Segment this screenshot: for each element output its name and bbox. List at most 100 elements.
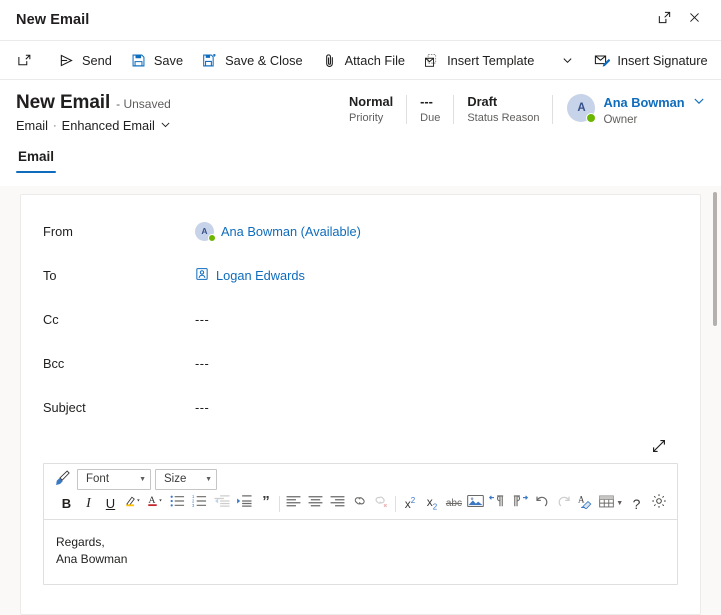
save-icon [130, 52, 147, 69]
save-and-close-label: Save & Close [225, 52, 303, 68]
owner-chevron-down-icon[interactable] [693, 94, 705, 111]
superscript-icon: x2 [404, 496, 416, 511]
to-recipient-link[interactable]: Logan Edwards [216, 268, 305, 283]
tab-strip: Email [0, 145, 721, 173]
font-color-button[interactable]: A [145, 493, 167, 514]
insert-signature-button[interactable]: Insert Signature [584, 44, 716, 76]
record-header: New Email - Unsaved Email · Enhanced Ema… [0, 80, 721, 133]
form-selector-chevron-down-icon[interactable] [160, 118, 171, 133]
align-center-button[interactable] [305, 493, 326, 514]
clear-formatting-button[interactable]: A [575, 493, 596, 514]
attach-file-button[interactable]: Attach File [312, 44, 414, 76]
highlight-color-button[interactable] [122, 493, 144, 514]
blockquote-icon: ” [262, 492, 270, 510]
highlighter-icon [124, 493, 142, 514]
due-label: Due [420, 112, 441, 124]
email-body-editor[interactable]: Regards, Ana Bowman [44, 520, 677, 584]
command-bar: Send Save Save & Close Attach File Inser… [0, 40, 721, 80]
font-family-dropdown[interactable]: Font ▼ [77, 469, 151, 490]
owner-text: Ana Bowman Owner [603, 94, 705, 126]
redo-button[interactable] [553, 493, 574, 514]
blockquote-button[interactable]: ” [255, 493, 276, 514]
bulleted-list-icon [170, 494, 185, 513]
scrollbar-thumb[interactable] [713, 192, 717, 326]
underline-button[interactable]: U [100, 493, 121, 514]
font-size-dropdown[interactable]: Size ▼ [155, 469, 217, 490]
command-overflow-button[interactable]: ⋮ [717, 44, 721, 76]
insert-signature-label: Insert Signature [617, 52, 708, 68]
unlink-icon [373, 494, 390, 513]
owner-name[interactable]: Ana Bowman [603, 95, 684, 110]
expand-editor-button[interactable] [648, 437, 670, 459]
insert-template-dropdown[interactable] [551, 44, 584, 76]
save-and-close-button[interactable]: Save & Close [192, 44, 312, 76]
insert-template-button[interactable]: Insert Template [414, 44, 543, 76]
increase-indent-button[interactable] [233, 493, 254, 514]
strikethrough-button[interactable]: abc [443, 493, 464, 514]
close-button[interactable] [679, 5, 709, 35]
editor-settings-button[interactable] [648, 493, 669, 514]
align-right-button[interactable] [327, 493, 348, 514]
decrease-indent-icon [214, 494, 230, 513]
insert-table-button[interactable]: ▼ [597, 493, 625, 514]
from-presence-available-icon [208, 233, 216, 242]
font-size-value: Size [164, 472, 187, 485]
font-family-value: Font [86, 472, 110, 485]
numbered-list-button[interactable]: 1 2 3 [189, 493, 210, 514]
tab-email-label: Email [18, 149, 55, 164]
entity-name: Email [16, 118, 48, 133]
bcc-value[interactable]: --- [195, 356, 209, 371]
right-to-left-button[interactable] [509, 493, 530, 514]
help-icon: ? [632, 495, 641, 512]
save-button[interactable]: Save [121, 44, 192, 76]
italic-button[interactable]: I [78, 493, 99, 514]
toolbar-separator-1 [279, 495, 281, 512]
bold-button[interactable]: B [56, 493, 77, 514]
insert-signature-icon [593, 52, 610, 69]
align-left-button[interactable] [283, 493, 304, 514]
table-chevron-down-icon: ▼ [616, 500, 624, 507]
paperclip-icon [321, 52, 338, 69]
new-window-icon [16, 52, 33, 69]
subject-value[interactable]: --- [195, 400, 209, 415]
clear-format-letter: A [578, 494, 585, 504]
tab-email[interactable]: Email [16, 145, 57, 173]
subscript-button[interactable]: x2 [421, 493, 442, 514]
format-painter-button[interactable] [52, 469, 73, 490]
from-value[interactable]: A Ana Bowman (Available) [195, 221, 361, 242]
send-label: Send [82, 52, 112, 68]
record-title-row: New Email - Unsaved [16, 92, 336, 114]
svg-text:3: 3 [192, 503, 195, 508]
form-selector-label[interactable]: Enhanced Email [62, 118, 155, 133]
left-to-right-button[interactable] [487, 493, 508, 514]
pop-out-icon [657, 10, 672, 30]
send-button[interactable]: Send [49, 44, 121, 76]
owner-field[interactable]: A Ana Bowman Owner [553, 94, 705, 126]
from-recipient-link[interactable]: Ana Bowman (Available) [221, 224, 361, 239]
vertical-scrollbar[interactable] [709, 186, 721, 615]
decrease-indent-button[interactable] [211, 493, 232, 514]
image-icon [467, 494, 485, 513]
insert-link-button[interactable] [349, 493, 370, 514]
clear-formatting-icon: A [577, 494, 594, 514]
help-button[interactable]: ? [626, 493, 647, 514]
toolbar-separator-2 [395, 495, 397, 512]
cc-value[interactable]: --- [195, 312, 209, 327]
status-reason-label: Status Reason [467, 112, 540, 124]
undo-button[interactable] [531, 493, 552, 514]
cc-empty-value: --- [195, 311, 210, 327]
increase-indent-icon [236, 494, 252, 513]
to-value[interactable]: Logan Edwards [195, 267, 305, 284]
new-record-button[interactable] [8, 44, 41, 76]
bold-icon: B [61, 496, 72, 511]
superscript-button[interactable]: x2 [399, 493, 420, 514]
bulleted-list-button[interactable] [167, 493, 188, 514]
subject-empty-value: --- [195, 399, 210, 415]
size-chevron-down-icon: ▼ [205, 476, 212, 483]
align-left-icon [286, 495, 301, 513]
numbered-list-icon: 1 2 3 [192, 494, 207, 513]
remove-link-button[interactable] [371, 493, 392, 514]
pop-out-button[interactable] [649, 5, 679, 35]
from-avatar: A [195, 221, 216, 242]
insert-image-button[interactable] [465, 493, 486, 514]
